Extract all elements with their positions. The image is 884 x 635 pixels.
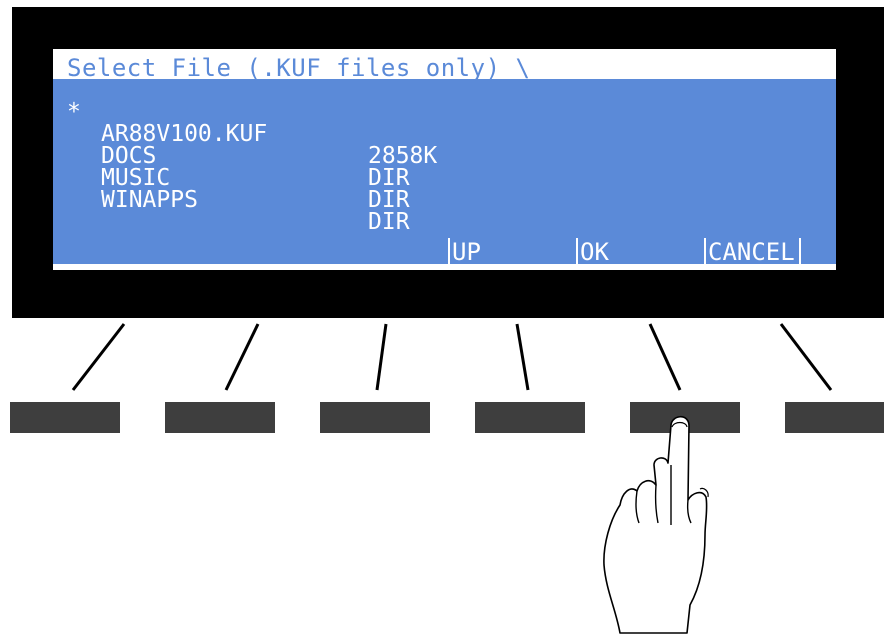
soft-button-2[interactable]	[165, 402, 275, 433]
connector-line	[648, 323, 682, 391]
connector-line	[375, 323, 388, 391]
soft-button-1[interactable]	[10, 402, 120, 433]
soft-button-cancel[interactable]	[785, 402, 884, 433]
soft-button-up[interactable]	[475, 402, 585, 433]
connector-line	[71, 323, 126, 391]
pointing-hand-icon	[603, 415, 709, 634]
connector-line	[515, 323, 530, 391]
connector-line	[224, 323, 260, 391]
connector-line	[779, 323, 833, 391]
softkey-connector-lines	[71, 323, 833, 391]
soft-button-3[interactable]	[320, 402, 430, 433]
